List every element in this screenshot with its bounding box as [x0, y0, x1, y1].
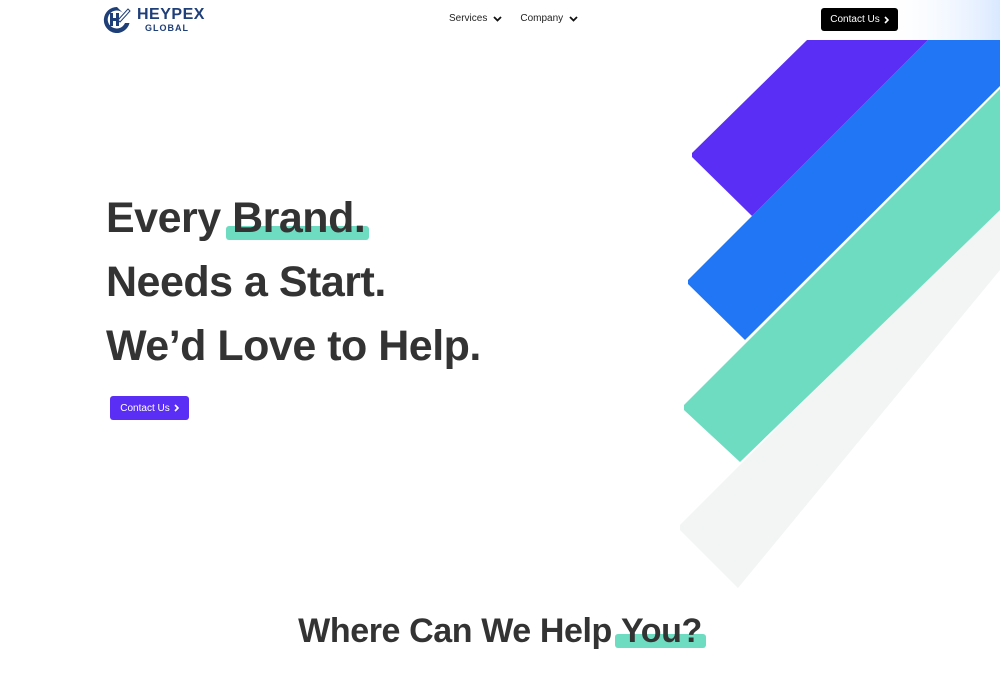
hero-contact-label: Contact Us: [120, 402, 170, 414]
brand-subtitle: GLOBAL: [145, 23, 189, 33]
main-nav: Services Company: [449, 13, 578, 24]
logo-mark-icon: [103, 6, 131, 33]
nav-item-label: Company: [520, 13, 564, 24]
section-title-highlight: You?: [620, 612, 702, 650]
nav-item-company[interactable]: Company: [520, 13, 578, 24]
hero-highlight-word: Brand.: [232, 194, 366, 242]
header-contact-label: Contact Us: [830, 14, 880, 25]
chevron-right-icon: [174, 404, 179, 412]
chevron-down-icon: [493, 15, 502, 22]
stripe-light: [680, 205, 1000, 588]
hero-line1-prefix: Every: [106, 194, 233, 242]
hero-heading-line-3: We’d Love to Help.: [106, 322, 481, 370]
section-title: Where Can We Help You?: [0, 612, 1000, 651]
header-contact-button[interactable]: Contact Us: [821, 8, 898, 31]
chevron-right-icon: [884, 15, 889, 24]
logo[interactable]: HEYPEX GLOBAL: [103, 6, 205, 34]
nav-item-label: Services: [449, 13, 488, 24]
hero-heading-line-2: Needs a Start.: [106, 258, 386, 306]
chevron-down-icon: [569, 15, 578, 22]
nav-item-services[interactable]: Services: [449, 13, 502, 24]
brand-name: HEYPEX: [137, 6, 205, 23]
hero-heading-line-1: Every Brand.: [106, 194, 366, 243]
stripe-blue: [688, 40, 1000, 340]
stripe-teal: [684, 89, 1000, 462]
stripe-purple: [692, 40, 928, 216]
section-title-prefix: Where Can We Help: [298, 612, 621, 650]
site-header: HEYPEX GLOBAL Services Company Contact U…: [0, 0, 1000, 40]
hero-contact-button[interactable]: Contact Us: [110, 396, 189, 420]
